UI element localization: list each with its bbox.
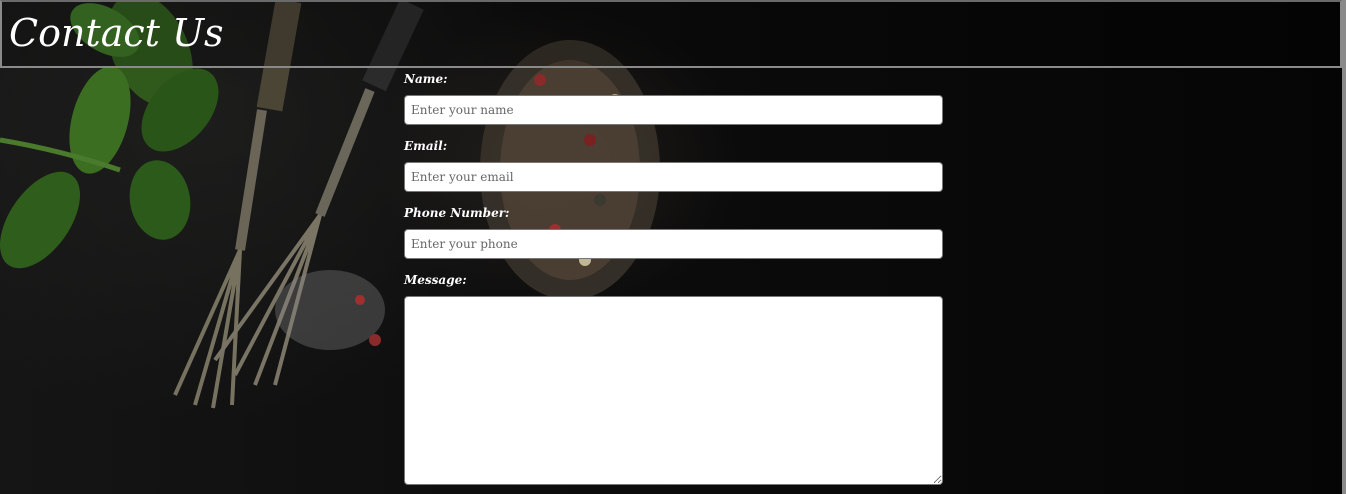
peppercorn	[369, 334, 381, 346]
name-label: Name:	[404, 72, 448, 86]
message-textarea[interactable]	[404, 296, 943, 485]
message-label: Message:	[404, 273, 467, 287]
phone-label: Phone Number:	[404, 206, 510, 220]
email-label: Email:	[404, 139, 448, 153]
page-border	[1342, 0, 1346, 494]
salt-pile	[275, 270, 385, 350]
email-input[interactable]	[404, 162, 943, 192]
peppercorn	[355, 295, 365, 305]
name-input[interactable]	[404, 95, 943, 125]
phone-input[interactable]	[404, 229, 943, 259]
page-header: Contact Us	[0, 0, 1342, 68]
page-title: Contact Us	[9, 11, 224, 55]
